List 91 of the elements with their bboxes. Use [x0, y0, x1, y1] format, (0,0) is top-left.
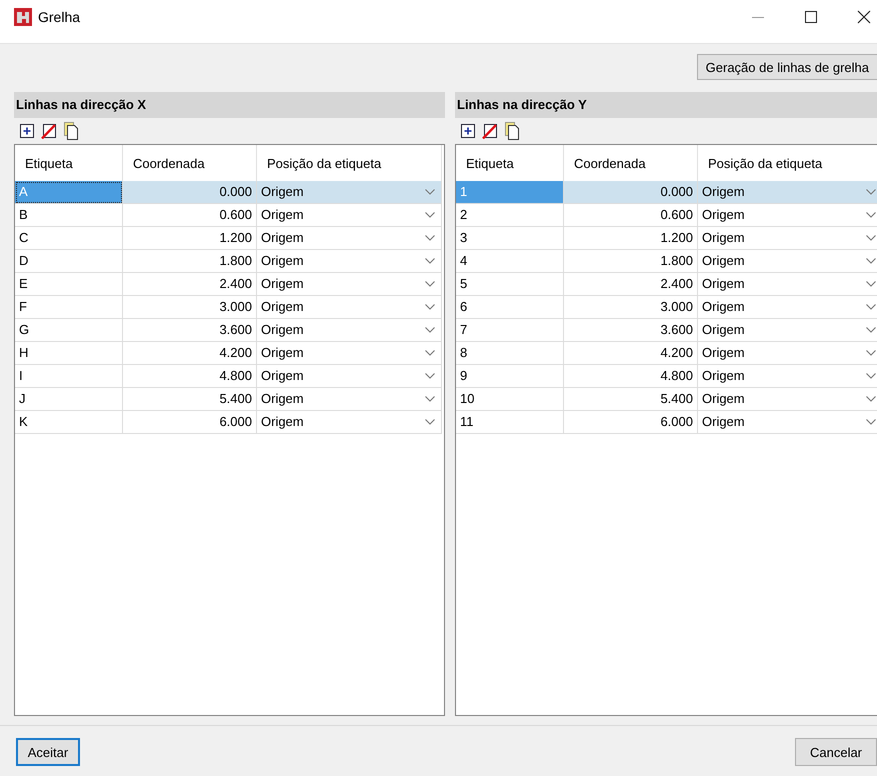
dropdown-cell[interactable]: Origem [698, 411, 877, 434]
dropdown-cell[interactable]: Origem [698, 250, 877, 273]
table-cell[interactable]: 7 [456, 319, 564, 342]
accept-button[interactable]: Aceitar [16, 738, 80, 766]
dropdown-cell[interactable]: Origem [257, 273, 442, 296]
chevron-down-icon [866, 189, 876, 195]
table-cell: 3.600 [564, 319, 698, 342]
crossed-square-icon[interactable] [41, 123, 57, 139]
chevron-down-icon [425, 258, 435, 264]
table-cell: 4.200 [123, 342, 257, 365]
window-title: Grelha [38, 9, 80, 25]
chevron-down-icon [425, 235, 435, 241]
table-cell: 0.000 [123, 181, 257, 204]
table-cell: 4.200 [564, 342, 698, 365]
table-cell[interactable]: 5 [456, 273, 564, 296]
table-cell[interactable]: C [15, 227, 123, 250]
table-cell: 6.000 [123, 411, 257, 434]
table-cell: 6.000 [564, 411, 698, 434]
table-cell: 5.400 [564, 388, 698, 411]
table-cell[interactable]: 10 [456, 388, 564, 411]
table-cell: 4.800 [123, 365, 257, 388]
table-cell[interactable]: F [15, 296, 123, 319]
chevron-down-icon [425, 373, 435, 379]
chevron-down-icon [425, 304, 435, 310]
add-page-icon[interactable] [460, 123, 476, 139]
section-header: Linhas na direcção Y [455, 92, 877, 118]
table-cell: 0.000 [564, 181, 698, 204]
dropdown-cell[interactable]: Origem [257, 204, 442, 227]
maximize-icon[interactable] [804, 10, 818, 24]
table-cell: 0.600 [123, 204, 257, 227]
chevron-down-icon [425, 212, 435, 218]
table-cell[interactable]: D [15, 250, 123, 273]
close-icon[interactable] [857, 10, 871, 24]
table-cell[interactable]: G [15, 319, 123, 342]
table-cell[interactable]: H [15, 342, 123, 365]
table-cell[interactable]: K [15, 411, 123, 434]
table-cell[interactable]: 2 [456, 204, 564, 227]
table-cell[interactable]: 3 [456, 227, 564, 250]
dropdown-cell[interactable]: Origem [698, 204, 877, 227]
copy-pages-icon[interactable] [63, 122, 79, 140]
table-cell[interactable]: E [15, 273, 123, 296]
copy-pages-icon[interactable] [504, 122, 520, 140]
dropdown-cell[interactable]: Origem [257, 342, 442, 365]
dropdown-cell[interactable]: Origem [698, 388, 877, 411]
grid-generation-button[interactable]: Geração de linhas de grelha [696, 54, 877, 80]
dropdown-cell[interactable]: Origem [257, 365, 442, 388]
table-cell: 1.200 [123, 227, 257, 250]
dropdown-cell[interactable]: Origem [698, 342, 877, 365]
dropdown-cell[interactable]: Origem [257, 319, 442, 342]
cancel-button[interactable]: Cancelar [795, 738, 877, 766]
table-cell[interactable]: J [15, 388, 123, 411]
table-cell: 2.400 [564, 273, 698, 296]
chevron-down-icon [425, 189, 435, 195]
chevron-down-icon [425, 396, 435, 402]
dropdown-cell[interactable]: Origem [698, 181, 877, 204]
dropdown-cell[interactable]: Origem [257, 250, 442, 273]
table-cell: 4.800 [564, 365, 698, 388]
chevron-down-icon [425, 419, 435, 425]
dropdown-cell[interactable]: Origem [698, 365, 877, 388]
section-header: Linhas na direcção X [14, 92, 445, 118]
chevron-down-icon [425, 327, 435, 333]
table-cell: 0.600 [564, 204, 698, 227]
table-cell: 1.200 [564, 227, 698, 250]
table-cell: 5.400 [123, 388, 257, 411]
table-cell[interactable]: B [15, 204, 123, 227]
table-cell: 2.400 [123, 273, 257, 296]
dropdown-cell[interactable]: Origem [257, 181, 442, 204]
dropdown-cell[interactable]: Origem [257, 411, 442, 434]
table-cell: 1.800 [564, 250, 698, 273]
dropdown-cell[interactable]: Origem [257, 227, 442, 250]
dropdown-cell[interactable]: Origem [698, 296, 877, 319]
dropdown-cell[interactable]: Origem [698, 273, 877, 296]
dropdown-cell[interactable]: Origem [257, 296, 442, 319]
table-cell[interactable]: 6 [456, 296, 564, 319]
crossed-square-icon[interactable] [482, 123, 498, 139]
app-logo-icon [14, 8, 32, 26]
table-cell: 3.600 [123, 319, 257, 342]
table-cell[interactable]: 9 [456, 365, 564, 388]
add-page-icon[interactable] [19, 123, 35, 139]
dropdown-cell[interactable]: Origem [698, 227, 877, 250]
table-cell[interactable]: 8 [456, 342, 564, 365]
table-cell[interactable]: 11 [456, 411, 564, 434]
chevron-down-icon [425, 281, 435, 287]
dropdown-cell[interactable]: Origem [698, 319, 877, 342]
chevron-down-icon [425, 350, 435, 356]
table-cell: 3.000 [123, 296, 257, 319]
table-cell[interactable]: 4 [456, 250, 564, 273]
table-cell: 1.800 [123, 250, 257, 273]
dropdown-cell[interactable]: Origem [257, 388, 442, 411]
table-cell: 3.000 [564, 296, 698, 319]
table-cell[interactable]: I [15, 365, 123, 388]
